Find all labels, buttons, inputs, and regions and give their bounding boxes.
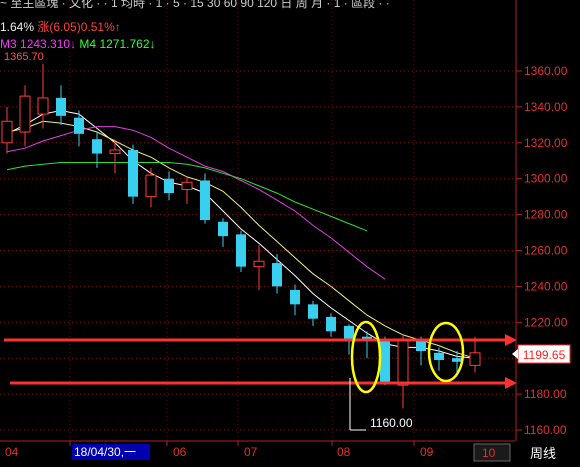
candle-body-4 (74, 117, 84, 134)
candle-body-17 (308, 304, 318, 319)
y-tick-label-1280: 1280.00 (524, 208, 568, 222)
candle-body-15 (272, 263, 282, 287)
y-tick-label-1220: 1220.00 (524, 315, 568, 329)
y-tick-label-1260: 1260.00 (524, 244, 568, 258)
candle-body-10 (181, 181, 193, 190)
x-label-0: 04 (5, 445, 19, 459)
candle-body-19 (344, 325, 354, 341)
x-label-5: 09 (420, 445, 434, 459)
ma-line-2 (6, 126, 386, 280)
support-arrow-1 (505, 377, 517, 389)
chart-window: ~ 至主區塊 · 文化 · · 1 均時 · 1 · 5 · 15 30 60 … (0, 0, 580, 467)
y-tick-label-1320: 1320.00 (524, 136, 568, 150)
candle-body-8 (145, 174, 157, 198)
candle-body-13 (236, 234, 246, 267)
candle-body-18 (326, 316, 336, 332)
candlestick-chart[interactable]: 1365.70 1160.001180.001200.001220.001240… (0, 0, 580, 467)
candle-body-5 (92, 139, 102, 154)
candle-body-9 (164, 178, 174, 194)
x-label-4: 08 (337, 445, 351, 459)
candle-body-11 (200, 180, 210, 220)
candle-body-0 (1, 120, 13, 144)
candle-body-25 (452, 358, 462, 362)
candle-body-12 (218, 221, 228, 237)
candle-body-24 (434, 352, 444, 360)
candle-body-2 (37, 97, 49, 115)
scroll-box-label: 10 (482, 446, 496, 460)
y-tick-label-1340: 1340.00 (524, 100, 568, 114)
y-tick-label-1240: 1240.00 (524, 279, 568, 293)
period-label[interactable]: 周线 (530, 446, 556, 461)
y-tick-label-1180: 1180.00 (524, 387, 567, 401)
current-price-label: 1199.65 (523, 348, 566, 362)
y-tick-label-1300: 1300.00 (524, 172, 568, 186)
x-label-2: 06 (173, 445, 187, 459)
candle-body-26 (469, 352, 481, 366)
candle-body-14 (253, 260, 265, 268)
highlight-circle-right (427, 321, 465, 383)
current-price-pointer (512, 349, 518, 359)
y-tick-label-1160: 1160.00 (524, 423, 567, 437)
x-label-3: 07 (244, 445, 258, 459)
candle-body-21 (380, 340, 390, 384)
support-arrow-0 (505, 334, 517, 346)
candle-body-23 (416, 340, 426, 352)
clipped-high-label: 1365.70 (4, 51, 44, 63)
y-tick-label-1360: 1360.00 (524, 64, 568, 78)
candle-body-16 (290, 289, 300, 305)
candle-body-1 (19, 95, 31, 133)
candle-body-22 (397, 339, 409, 386)
x-label-1: 18/04/30,一 (74, 445, 136, 459)
low-value-label: 1160.00 (370, 416, 413, 430)
candle-body-3 (56, 97, 66, 116)
candle-body-7 (128, 149, 138, 197)
candle-body-6 (109, 149, 121, 155)
